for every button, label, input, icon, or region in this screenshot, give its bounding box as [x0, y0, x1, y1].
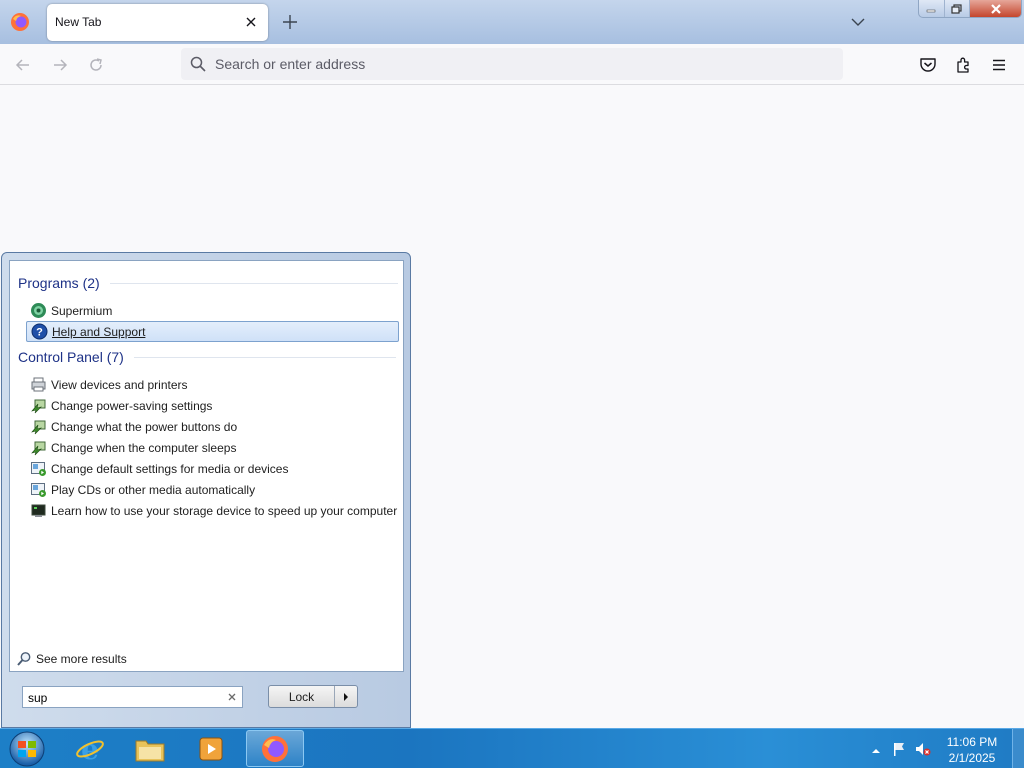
result-label: Change default settings for media or dev…: [51, 461, 289, 476]
group-title-programs: Programs (2): [18, 275, 100, 291]
taskbar-file-explorer[interactable]: [121, 730, 179, 767]
tab-new-tab[interactable]: New Tab: [47, 4, 268, 41]
address-bar[interactable]: [181, 48, 843, 80]
result-readyboost-storage[interactable]: Learn how to use your storage device to …: [26, 500, 399, 521]
result-view-devices-and-printers[interactable]: View devices and printers: [26, 374, 399, 395]
action-center-flag-icon[interactable]: [891, 741, 907, 757]
browser-title-bar: New Tab: [0, 0, 1024, 44]
restore-icon: [951, 3, 962, 14]
firefox-icon: [262, 735, 288, 762]
start-menu-footer: Lock: [9, 674, 404, 721]
power-options-arrow-button[interactable]: [335, 686, 357, 707]
group-divider: [133, 356, 396, 358]
back-button[interactable]: [11, 53, 35, 77]
magnifier-icon: [17, 652, 31, 666]
close-icon: [990, 3, 1001, 14]
show-desktop-button[interactable]: [1012, 729, 1024, 768]
windows-orb-icon: [9, 731, 45, 767]
puzzle-piece-icon: [957, 57, 969, 73]
autoplay-icon: [29, 460, 47, 478]
lock-button[interactable]: Lock: [269, 686, 335, 707]
group-header-programs: Programs (2): [18, 275, 398, 291]
start-menu: Programs (2) Supermium ? Help and Suppor…: [1, 252, 411, 728]
result-change-default-media-settings[interactable]: Change default settings for media or dev…: [26, 458, 399, 479]
new-tab-plus-icon[interactable]: [279, 11, 301, 33]
result-play-cds-automatically[interactable]: Play CDs or other media automatically: [26, 479, 399, 500]
taskbar-clock[interactable]: 11:06 PM 2/1/2025: [938, 734, 1006, 766]
window-controls: [918, 0, 1022, 18]
see-more-label: See more results: [36, 652, 127, 666]
clear-search-icon[interactable]: [226, 691, 238, 703]
forward-arrow-icon: [54, 59, 68, 71]
result-label: Change power-saving settings: [51, 398, 213, 413]
restore-button[interactable]: [945, 0, 971, 17]
clock-time: 11:06 PM: [946, 735, 998, 749]
list-all-tabs-chevron-icon[interactable]: [848, 12, 868, 32]
result-supermium[interactable]: Supermium: [26, 300, 399, 321]
supermium-icon: [29, 302, 47, 320]
clock-date: 2/1/2025: [948, 751, 996, 765]
close-window-button[interactable]: [970, 0, 1021, 17]
search-results-pane: Programs (2) Supermium ? Help and Suppor…: [9, 260, 404, 672]
devices-printers-icon: [29, 376, 47, 394]
group-title-control-panel: Control Panel (7): [18, 349, 124, 365]
taskbar-internet-explorer[interactable]: e: [61, 730, 119, 767]
media-player-icon: [199, 737, 223, 760]
result-label: Learn how to use your storage device to …: [51, 503, 398, 518]
reload-button[interactable]: [84, 53, 108, 77]
result-label: Supermium: [51, 303, 113, 318]
search-icon: [190, 56, 206, 72]
lock-button-group: Lock: [268, 685, 358, 708]
minimize-icon: [927, 9, 936, 12]
minimize-button[interactable]: [919, 0, 945, 17]
result-label: View devices and printers: [51, 377, 188, 392]
hamburger-menu-icon: [993, 59, 1005, 71]
close-tab-icon[interactable]: [242, 13, 260, 31]
pocket-icon: [920, 58, 936, 72]
svg-text:?: ?: [36, 327, 43, 339]
result-help-and-support[interactable]: ? Help and Support: [26, 321, 399, 342]
taskbar-firefox[interactable]: [246, 730, 304, 767]
extensions-button[interactable]: [952, 53, 976, 77]
result-label: Change what the power buttons do: [51, 419, 238, 434]
navigation-toolbar: [0, 44, 1024, 85]
help-icon: ?: [30, 323, 48, 341]
svg-text:e: e: [81, 734, 99, 764]
forward-button[interactable]: [48, 53, 72, 77]
power-options-icon: [29, 397, 47, 415]
pocket-button[interactable]: [916, 53, 940, 77]
result-change-power-saving-settings[interactable]: Change power-saving settings: [26, 395, 399, 416]
back-arrow-icon: [15, 59, 29, 71]
result-change-power-buttons[interactable]: Change what the power buttons do: [26, 416, 399, 437]
result-change-when-computer-sleeps[interactable]: Change when the computer sleeps: [26, 437, 399, 458]
chevron-right-icon: [344, 692, 348, 701]
taskbar-media-player[interactable]: [182, 730, 240, 767]
result-label: Help and Support: [52, 324, 146, 339]
firefox-icon: [11, 13, 29, 31]
taskbar: e 11:06 PM 2/1/2025: [0, 728, 1024, 768]
readyboost-icon: [29, 502, 47, 520]
power-options-icon: [29, 439, 47, 457]
group-header-control-panel: Control Panel (7): [18, 349, 396, 365]
autoplay-icon: [29, 481, 47, 499]
system-tray: 11:06 PM 2/1/2025: [866, 729, 1016, 768]
start-search-input[interactable]: [28, 690, 218, 705]
see-more-results-link[interactable]: See more results: [16, 651, 127, 667]
reload-icon: [90, 58, 102, 71]
result-label: Play CDs or other media automatically: [51, 482, 256, 497]
show-hidden-icons-icon[interactable]: [868, 743, 884, 759]
tab-title: New Tab: [55, 15, 102, 29]
group-divider: [109, 282, 398, 284]
start-search-box[interactable]: [22, 686, 243, 708]
result-label: Change when the computer sleeps: [51, 440, 237, 455]
folder-icon: [135, 740, 165, 761]
volume-muted-icon[interactable]: [915, 741, 931, 757]
internet-explorer-icon: e: [76, 734, 104, 764]
firefox-view-button[interactable]: [5, 7, 35, 37]
app-menu-button[interactable]: [987, 53, 1011, 77]
power-options-icon: [29, 418, 47, 436]
address-input[interactable]: [215, 56, 815, 72]
start-button[interactable]: [4, 729, 50, 768]
